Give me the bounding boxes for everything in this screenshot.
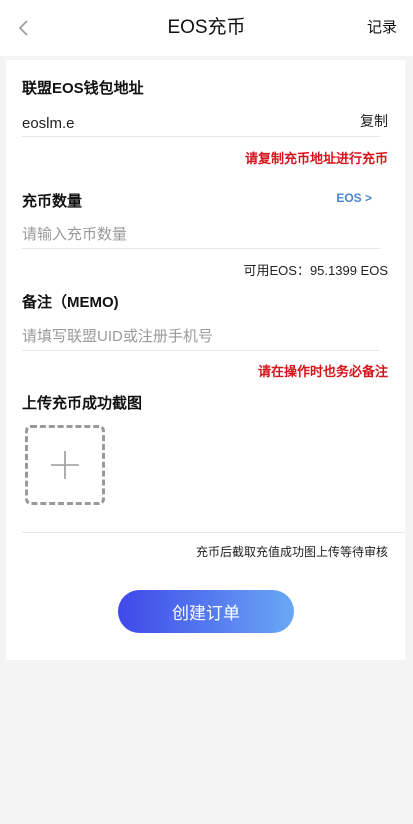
wallet-address-label: 联盟EOS钱包地址 [22, 80, 144, 97]
copy-hint: 请复制充币地址进行充币 [244, 151, 388, 166]
memo-label: 备注（MEMO) [22, 294, 119, 311]
amount-label: 充币数量 [22, 193, 83, 210]
divider [22, 248, 380, 249]
divider [22, 350, 380, 351]
upload-note: 充币后截取充值成功图上传等待审核 [195, 545, 388, 559]
top-bar: EOS充币 记录 [0, 0, 413, 56]
create-order-button[interactable]: 创建订单 [118, 590, 294, 633]
upload-screenshot-button[interactable] [25, 425, 105, 505]
amount-input[interactable] [22, 220, 378, 248]
divider [22, 136, 380, 137]
page-title: EOS充币 [167, 17, 246, 38]
records-link[interactable]: 记录 [367, 0, 397, 56]
deposit-form: 联盟EOS钱包地址 eoslm.e 复制 请复制充币地址进行充币 充币数量 EO… [6, 60, 405, 660]
plus-icon [51, 451, 79, 479]
memo-input[interactable] [22, 322, 378, 350]
currency-selector[interactable]: EOS > [336, 191, 372, 205]
copy-button[interactable]: 复制 [360, 111, 388, 131]
available-balance: 可用EOS：95.1399 EOS [243, 263, 388, 278]
wallet-address-value: eoslm.e [22, 115, 75, 132]
upload-label: 上传充币成功截图 [22, 395, 143, 412]
divider [22, 532, 405, 533]
memo-hint: 请在操作时也务必备注 [257, 364, 388, 379]
